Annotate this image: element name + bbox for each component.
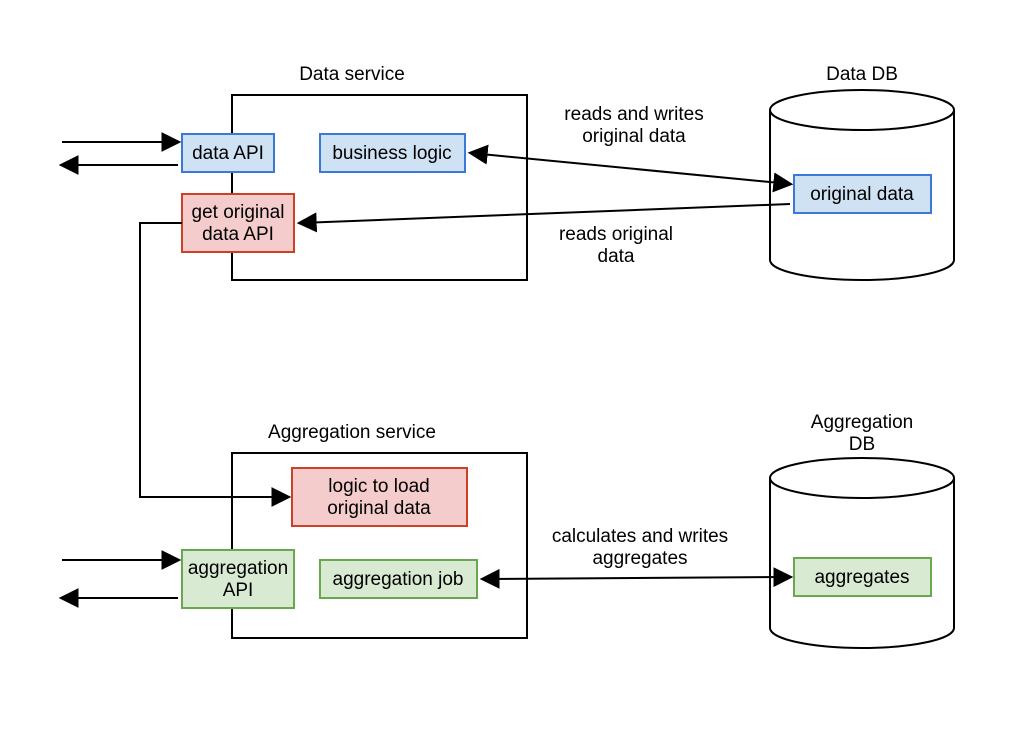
reads-writes-label-line1: reads and writes bbox=[564, 104, 703, 125]
aggregation-db-cylinder bbox=[770, 458, 954, 648]
original-data-label: original data bbox=[810, 184, 914, 205]
data-api-label: data API bbox=[192, 143, 264, 164]
logic-to-load-label-line2: original data bbox=[327, 498, 431, 519]
arrow-get-api-to-logic-load bbox=[140, 223, 288, 497]
calc-writes-label-line2: aggregates bbox=[592, 548, 687, 569]
arrow-original-data-to-get-api bbox=[300, 204, 790, 223]
aggregation-job-label: aggregation job bbox=[333, 569, 464, 590]
reads-original-label-line2: data bbox=[598, 246, 635, 267]
data-db-title: Data DB bbox=[826, 64, 898, 85]
aggregation-service-title: Aggregation service bbox=[268, 422, 436, 443]
arrow-aggregation-job-to-aggregates bbox=[483, 577, 790, 579]
reads-writes-label-line2: original data bbox=[582, 126, 686, 147]
arrow-business-logic-to-original-data bbox=[471, 153, 790, 184]
reads-original-label-line1: reads original bbox=[559, 224, 673, 245]
aggregation-db-title-line1: Aggregation bbox=[811, 412, 913, 433]
aggregation-api-label-line1: aggregation bbox=[188, 558, 288, 579]
data-service-title: Data service bbox=[299, 64, 405, 85]
aggregation-db-title-line2: DB bbox=[849, 434, 875, 455]
get-original-data-api-label-line2: data API bbox=[202, 224, 274, 245]
calc-writes-label-line1: calculates and writes bbox=[552, 526, 728, 547]
aggregation-api-label-line2: API bbox=[223, 580, 254, 601]
get-original-data-api-label-line1: get original bbox=[192, 202, 285, 223]
aggregates-label: aggregates bbox=[814, 567, 909, 588]
logic-to-load-label-line1: logic to load bbox=[328, 476, 429, 497]
architecture-diagram: Data service data API business logic get… bbox=[0, 0, 1024, 736]
business-logic-label: business logic bbox=[332, 143, 451, 164]
